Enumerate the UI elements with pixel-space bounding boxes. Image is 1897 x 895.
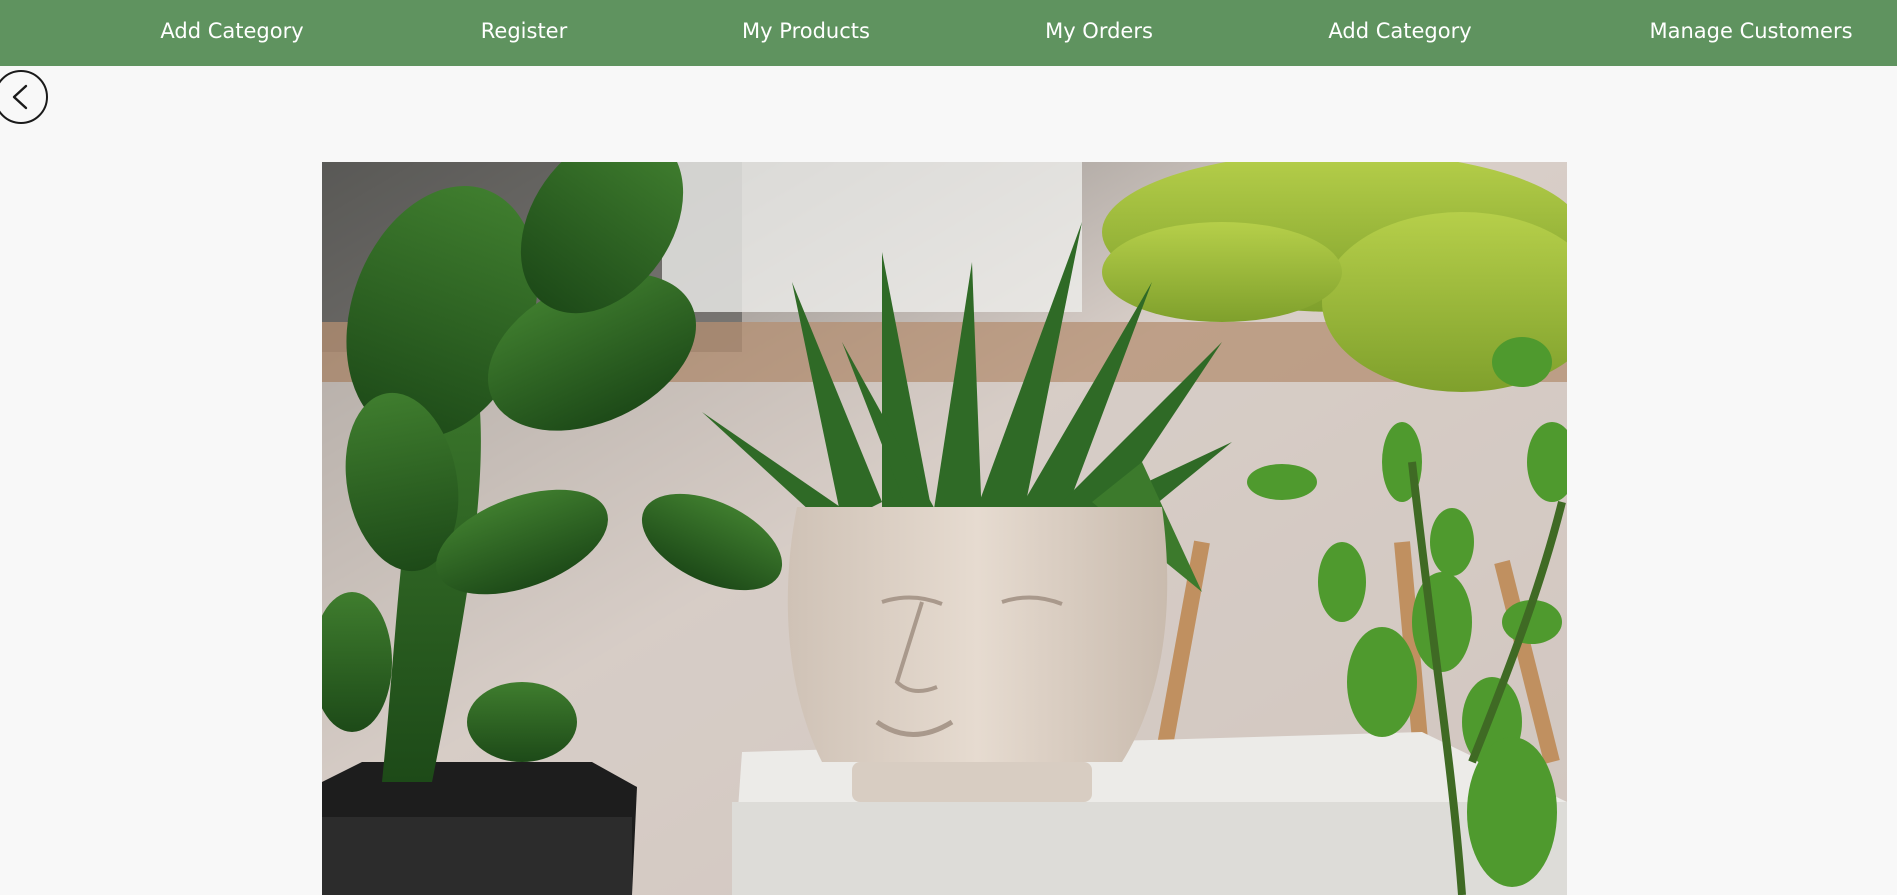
nav-add-category-2[interactable]: Add Category — [1328, 0, 1471, 63]
chevron-left-icon — [12, 84, 28, 110]
nav-manage-customers[interactable]: Manage Customers — [1649, 0, 1852, 63]
plants-photo — [322, 162, 1567, 895]
top-navbar: Add Category Register My Products My Ord… — [0, 0, 1897, 66]
hero-image — [322, 162, 1567, 895]
back-button[interactable] — [0, 70, 48, 124]
nav-my-products[interactable]: My Products — [742, 0, 870, 63]
nav-my-orders[interactable]: My Orders — [1045, 0, 1153, 63]
nav-register[interactable]: Register — [481, 0, 567, 63]
nav-add-category[interactable]: Add Category — [160, 0, 303, 63]
